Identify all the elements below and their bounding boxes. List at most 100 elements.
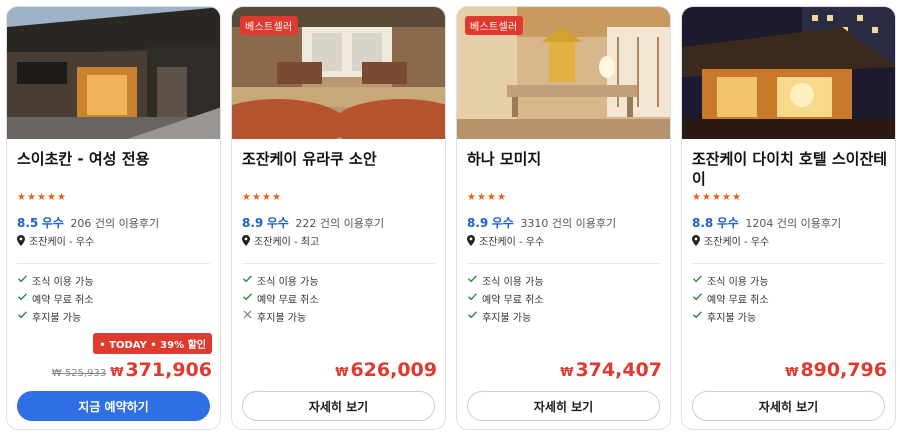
feature-item: 후지불 가능 — [242, 307, 319, 325]
check-icon — [692, 309, 703, 323]
feature-item: 예약 무료 취소 — [692, 289, 769, 307]
hotel-photo[interactable] — [7, 7, 220, 139]
bestseller-badge: 베스트셀러 — [465, 16, 523, 35]
bestseller-badge: 베스트셀러 — [240, 16, 298, 35]
review-count: 3310 건의 이용후기 — [520, 217, 617, 230]
feature-text: 후지불 가능 — [257, 312, 307, 324]
review-count: 1204 건의 이용후기 — [745, 217, 842, 230]
current-price: ₩626,009 — [335, 359, 437, 381]
hotel-card[interactable]: 조잔케이 다이치 호텔 스이잔테이 ★ ★ ★ ★ ★ 8.8 우수 1204 건의 이… — [681, 6, 896, 430]
view-details-button[interactable]: 자세히 보기 — [467, 391, 660, 421]
star-icon: ★ — [272, 192, 281, 203]
feature-text: 조식 이용 가능 — [32, 276, 94, 288]
star-icon: ★ — [27, 192, 36, 203]
score-label: 우수 — [266, 216, 289, 230]
cross-icon — [242, 309, 253, 323]
hotel-photo[interactable] — [682, 7, 895, 139]
review-score: 8.5 우수 206 건의 이용후기 — [17, 214, 159, 231]
star-icon: ★ — [242, 192, 251, 203]
divider — [17, 263, 210, 264]
location-pin-icon — [17, 235, 25, 246]
star-rating: ★ ★ ★ ★ — [242, 192, 281, 203]
price-row: ₩374,407 — [560, 359, 662, 381]
star-icon: ★ — [467, 192, 476, 203]
feature-list: 조식 이용 가능 예약 무료 취소 후지불 가능 — [242, 271, 319, 325]
divider — [692, 263, 885, 264]
star-icon: ★ — [252, 192, 261, 203]
location-pin-icon — [467, 235, 475, 246]
check-icon — [17, 291, 28, 305]
score-value: 8.5 — [17, 216, 39, 230]
star-icon: ★ — [702, 192, 711, 203]
check-icon — [17, 273, 28, 287]
hotel-photo[interactable]: 베스트셀러 — [232, 7, 445, 139]
star-icon: ★ — [37, 192, 46, 203]
feature-list: 조식 이용 가능예약 무료 취소후지불 가능 — [17, 271, 94, 325]
review-score: 8.8 우수 1204 건의 이용후기 — [692, 214, 841, 231]
score-label: 우수 — [491, 216, 514, 230]
location-pin-icon — [692, 235, 700, 246]
hotel-name[interactable]: 스이초칸 - 여성 전용 — [17, 149, 217, 169]
feature-text: 조식 이용 가능 — [482, 276, 544, 288]
current-price: ₩371,906 — [110, 359, 212, 381]
hotel-name[interactable]: 조잔케이 유라쿠 소안 — [242, 149, 442, 169]
score-label: 우수 — [41, 216, 64, 230]
star-icon: ★ — [692, 192, 701, 203]
location: 조잔케이 - 우수 — [17, 233, 94, 248]
view-details-button[interactable]: 자세히 보기 — [692, 391, 885, 421]
feature-text: 조식 이용 가능 — [707, 276, 769, 288]
feature-list: 조식 이용 가능 예약 무료 취소 후지불 가능 — [467, 271, 544, 325]
star-icon: ★ — [732, 192, 741, 203]
current-price: ₩374,407 — [560, 359, 662, 381]
star-icon: ★ — [477, 192, 486, 203]
original-price: ₩ 525,933 — [51, 368, 107, 379]
star-rating: ★ ★ ★ ★ ★ — [692, 192, 741, 203]
location-text: 조잔케이 - 우수 — [704, 237, 770, 248]
feature-item: 후지불 가능 — [467, 307, 544, 325]
location: 조잔케이 - 우수 — [692, 233, 769, 248]
star-icon: ★ — [487, 192, 496, 203]
feature-list: 조식 이용 가능예약 무료 취소후지불 가능 — [692, 271, 769, 325]
hotel-card[interactable]: 스이초칸 - 여성 전용 ★ ★ ★ ★ ★ 8.5 우수 206 건의 이용후기 조잔… — [6, 6, 221, 430]
review-count: 222 건의 이용후기 — [295, 217, 385, 230]
feature-item: 후지불 가능 — [692, 307, 769, 325]
view-details-button[interactable]: 자세히 보기 — [242, 391, 435, 421]
divider — [242, 263, 435, 264]
review-score: 8.9 우수 222 건의 이용후기 — [242, 214, 384, 231]
hotel-card[interactable]: 베스트셀러 하나 모미지 ★ ★ ★ ★ 8.9 우수 3310 건의 이용후기 조잔… — [456, 6, 671, 430]
book-now-button[interactable]: 지금 예약하기 — [17, 391, 210, 421]
hotel-name[interactable]: 하나 모미지 — [467, 149, 667, 169]
feature-item: 조식 이용 가능 — [467, 271, 544, 289]
location-text: 조잔케이 - 최고 — [254, 237, 320, 248]
feature-item: 조식 이용 가능 — [242, 271, 319, 289]
hotel-photo[interactable]: 베스트셀러 — [457, 7, 670, 139]
review-count: 206 건의 이용후기 — [70, 217, 160, 230]
deal-badge: • TODAY • 39% 할인 — [93, 333, 212, 354]
check-icon — [692, 273, 703, 287]
star-rating: ★ ★ ★ ★ — [467, 192, 506, 203]
divider — [467, 263, 660, 264]
star-icon: ★ — [47, 192, 56, 203]
check-icon — [17, 309, 28, 323]
star-rating: ★ ★ ★ ★ ★ — [17, 192, 66, 203]
review-score: 8.9 우수 3310 건의 이용후기 — [467, 214, 616, 231]
feature-text: 예약 무료 취소 — [32, 294, 94, 306]
feature-item: 예약 무료 취소 — [17, 289, 94, 307]
hotel-name[interactable]: 조잔케이 다이치 호텔 스이잔테이 — [692, 149, 892, 189]
feature-text: 후지불 가능 — [32, 312, 82, 324]
check-icon — [467, 309, 478, 323]
feature-item: 조식 이용 가능 — [17, 271, 94, 289]
hotel-card[interactable]: 베스트셀러 조잔케이 유라쿠 소안 ★ ★ ★ ★ 8.9 우수 222 건의 이용후… — [231, 6, 446, 430]
feature-text: 예약 무료 취소 — [707, 294, 769, 306]
star-icon: ★ — [262, 192, 271, 203]
feature-text: 후지불 가능 — [707, 312, 757, 324]
location-text: 조잔케이 - 우수 — [29, 237, 95, 248]
price-row: ₩890,796 — [785, 359, 887, 381]
location-text: 조잔케이 - 우수 — [479, 237, 545, 248]
price-row: ₩ 525,933 ₩371,906 — [52, 359, 212, 381]
feature-item: 후지불 가능 — [17, 307, 94, 325]
feature-text: 조식 이용 가능 — [257, 276, 319, 288]
score-value: 8.8 — [692, 216, 714, 230]
check-icon — [692, 291, 703, 305]
feature-text: 후지불 가능 — [482, 312, 532, 324]
